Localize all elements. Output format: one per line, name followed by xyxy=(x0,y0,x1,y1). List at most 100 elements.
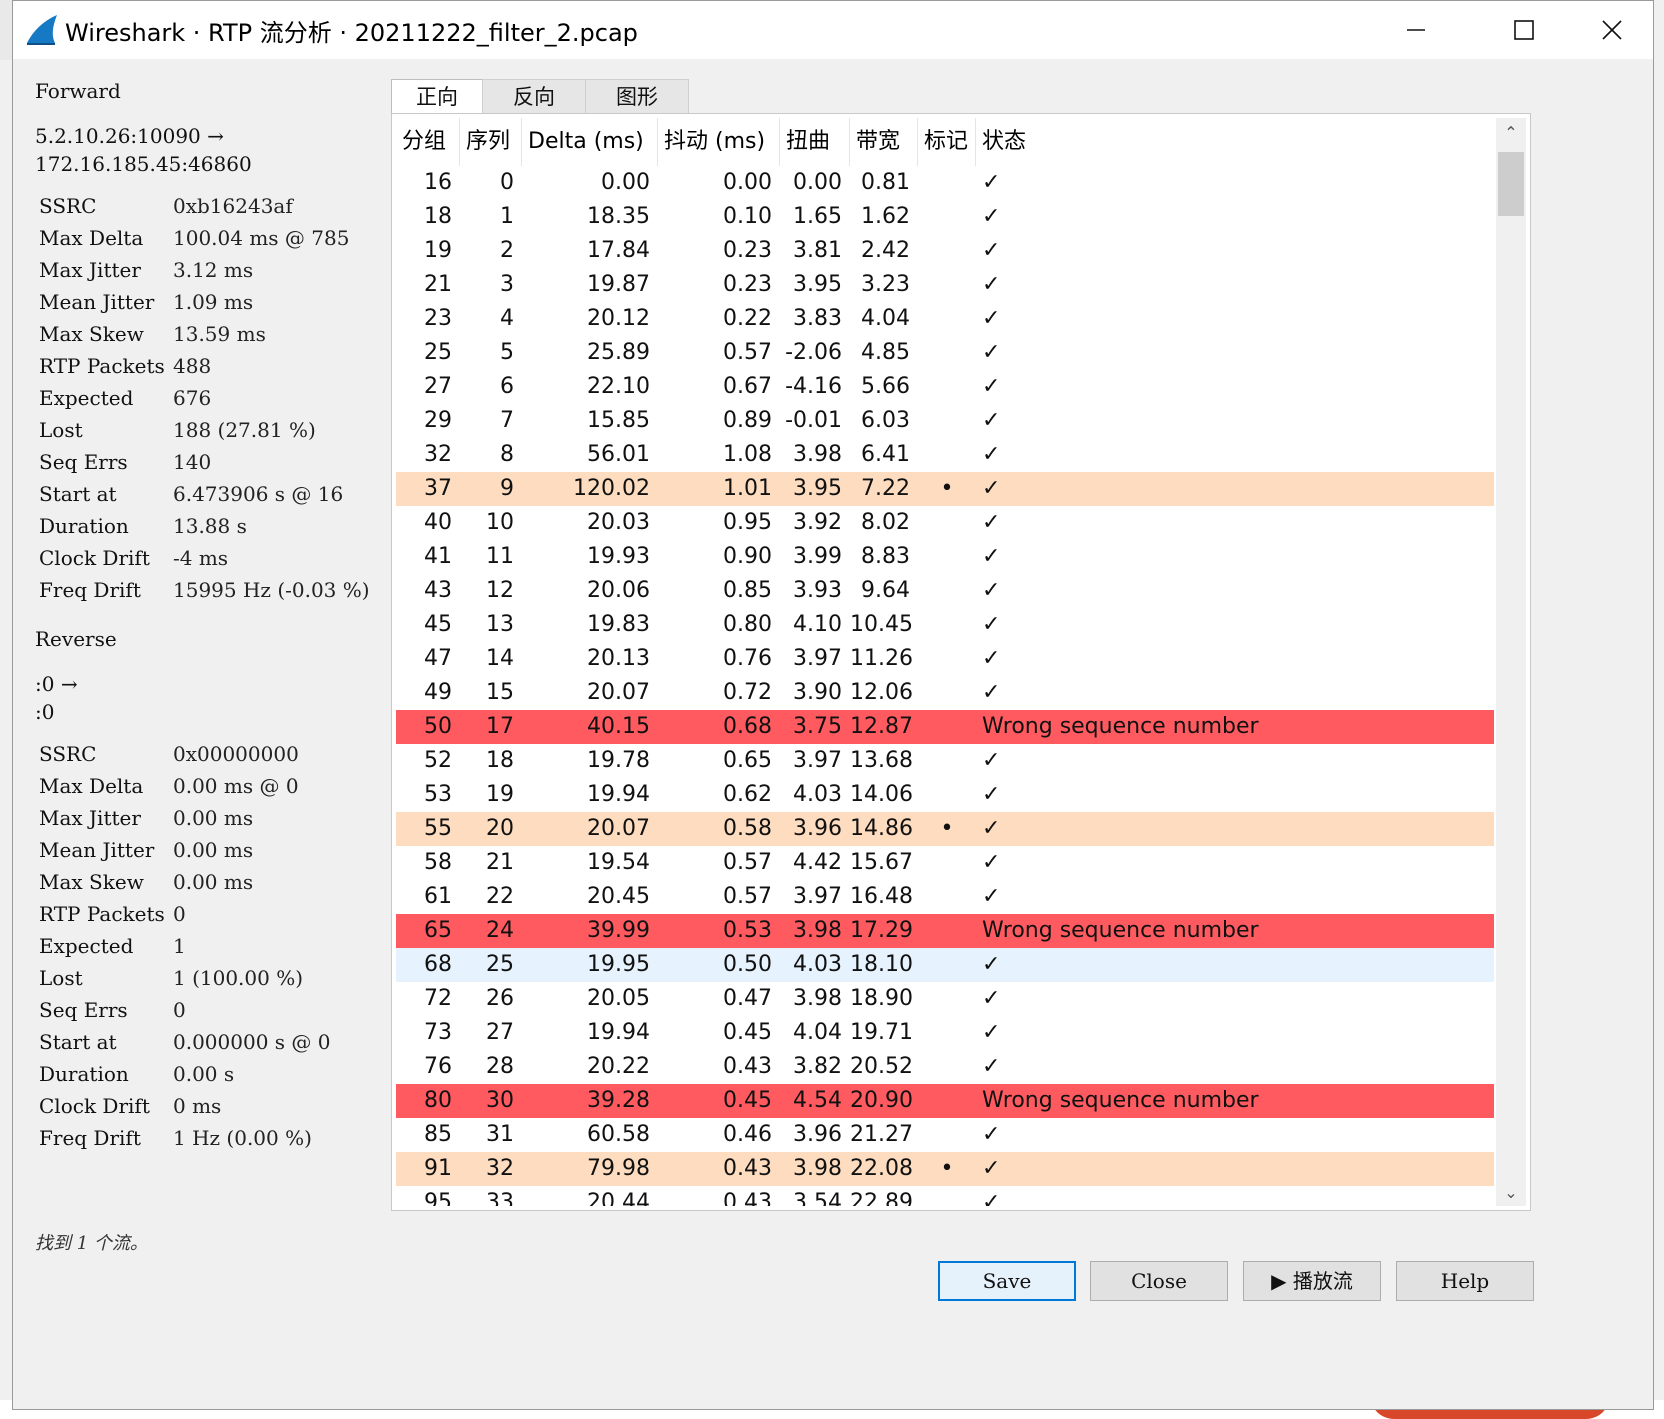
reverse-stat-value: 0.00 ms xyxy=(173,806,254,830)
cell-sequence: 7 xyxy=(500,408,514,433)
cell-packet: 65 xyxy=(424,918,452,943)
table-row[interactable]: 73 27 19.94 0.45 4.04 19.71 ✓ xyxy=(396,1016,1494,1050)
cell-bandwidth: 4.04 xyxy=(861,306,910,331)
cell-delta: 20.07 xyxy=(587,680,650,705)
table-row[interactable]: 43 12 20.06 0.85 3.93 9.64 ✓ xyxy=(396,574,1494,608)
column-header-marker[interactable]: 标记 xyxy=(918,118,976,166)
close-window-button[interactable] xyxy=(1567,1,1657,59)
table-row[interactable]: 50 17 40.15 0.68 3.75 12.87 Wrong sequence num… xyxy=(396,710,1494,744)
cell-marker xyxy=(918,438,976,472)
cell-packet: 27 xyxy=(424,374,452,399)
table-row[interactable]: 19 2 17.84 0.23 3.81 2.42 ✓ xyxy=(396,234,1494,268)
table-scrollbar[interactable]: ⌃ ⌄ xyxy=(1496,118,1526,1206)
forward-stat-value: 140 xyxy=(173,450,212,474)
cell-bandwidth: 8.02 xyxy=(861,510,910,535)
cell-skew: 3.98 xyxy=(793,918,842,943)
table-row[interactable]: 95 33 20.44 0.43 3.54 22.89 ✓ xyxy=(396,1186,1494,1206)
table-row[interactable]: 58 21 19.54 0.57 4.42 15.67 ✓ xyxy=(396,846,1494,880)
column-header-status[interactable]: 状态 xyxy=(976,118,1492,166)
table-row[interactable]: 29 7 15.85 0.89 -0.01 6.03 ✓ xyxy=(396,404,1494,438)
cell-sequence: 0 xyxy=(500,170,514,195)
cell-skew: 3.98 xyxy=(793,442,842,467)
tab-graph[interactable]: 图形 xyxy=(585,79,689,114)
scrollbar-thumb[interactable] xyxy=(1498,152,1524,216)
cell-packet: 25 xyxy=(424,340,452,365)
table-row[interactable]: 45 13 19.83 0.80 4.10 10.45 ✓ xyxy=(396,608,1494,642)
cell-delta: 19.83 xyxy=(587,612,650,637)
cell-bandwidth: 8.83 xyxy=(861,544,910,569)
table-row[interactable]: 91 32 79.98 0.43 3.98 22.08 • ✓ xyxy=(396,1152,1494,1186)
reverse-stat-row: Lost 1 (100.00 %) xyxy=(39,962,395,994)
play-stream-button[interactable]: ▶ 播放流 xyxy=(1243,1261,1381,1301)
scroll-down-icon[interactable]: ⌄ xyxy=(1496,1178,1526,1206)
table-row[interactable]: 21 3 19.87 0.23 3.95 3.23 ✓ xyxy=(396,268,1494,302)
table-row[interactable]: 76 28 20.22 0.43 3.82 20.52 ✓ xyxy=(396,1050,1494,1084)
stream-stats-panel: Forward 5.2.10.26:10090 → 172.16.185.45:… xyxy=(35,76,395,1154)
title-bar[interactable]: Wireshark · RTP 流分析 · 20211222_filter_2.… xyxy=(13,1,1653,59)
reverse-stat-key: Duration xyxy=(39,1062,129,1086)
column-header-delta[interactable]: Delta (ms) xyxy=(522,118,658,166)
table-row[interactable]: 25 5 25.89 0.57 -2.06 4.85 ✓ xyxy=(396,336,1494,370)
reverse-stat-value: 1 xyxy=(173,934,186,958)
close-button[interactable]: Close xyxy=(1090,1261,1228,1301)
table-row[interactable]: 16 0 0.00 0.00 0.00 0.81 ✓ xyxy=(396,166,1494,200)
table-row[interactable]: 72 26 20.05 0.47 3.98 18.90 ✓ xyxy=(396,982,1494,1016)
tab-reverse[interactable]: 反向 xyxy=(482,79,586,114)
table-row[interactable]: 80 30 39.28 0.45 4.54 20.90 Wrong sequence num… xyxy=(396,1084,1494,1118)
cell-status: ✓ xyxy=(982,170,1001,195)
maximize-button[interactable] xyxy=(1479,1,1569,59)
tab-forward[interactable]: 正向 xyxy=(391,79,483,116)
table-row[interactable]: 52 18 19.78 0.65 3.97 13.68 ✓ xyxy=(396,744,1494,778)
table-row[interactable]: 68 25 19.95 0.50 4.03 18.10 ✓ xyxy=(396,948,1494,982)
table-row[interactable]: 23 4 20.12 0.22 3.83 4.04 ✓ xyxy=(396,302,1494,336)
cell-delta: 19.94 xyxy=(587,782,650,807)
cell-status: ✓ xyxy=(982,1054,1001,1079)
table-row[interactable]: 49 15 20.07 0.72 3.90 12.06 ✓ xyxy=(396,676,1494,710)
column-header-jitter[interactable]: 抖动 (ms) xyxy=(658,118,780,166)
cell-delta: 19.78 xyxy=(587,748,650,773)
table-row[interactable]: 85 31 60.58 0.46 3.96 21.27 ✓ xyxy=(396,1118,1494,1152)
table-row[interactable]: 32 8 56.01 1.08 3.98 6.41 ✓ xyxy=(396,438,1494,472)
cell-sequence: 27 xyxy=(486,1020,514,1045)
reverse-address-src: :0 → xyxy=(35,672,78,696)
cell-delta: 17.84 xyxy=(587,238,650,263)
save-button[interactable]: Save xyxy=(938,1261,1076,1301)
column-header-sequence[interactable]: 序列 xyxy=(460,118,522,166)
scroll-up-icon[interactable]: ⌃ xyxy=(1496,118,1526,146)
column-header-packet[interactable]: 分组 xyxy=(396,118,460,166)
table-row[interactable]: 37 9 120.02 1.01 3.95 7.22 • ✓ xyxy=(396,472,1494,506)
forward-stat-key: Start at xyxy=(39,482,117,506)
cell-packet: 19 xyxy=(424,238,452,263)
column-header-skew[interactable]: 扭曲 xyxy=(780,118,850,166)
reverse-address-dst: :0 xyxy=(35,700,55,724)
table-row[interactable]: 18 1 18.35 0.10 1.65 1.62 ✓ xyxy=(396,200,1494,234)
table-row[interactable]: 53 19 19.94 0.62 4.03 14.06 ✓ xyxy=(396,778,1494,812)
table-row[interactable]: 27 6 22.10 0.67 -4.16 5.66 ✓ xyxy=(396,370,1494,404)
cell-jitter: 1.01 xyxy=(723,476,772,501)
minimize-button[interactable] xyxy=(1371,1,1461,59)
cell-status: ✓ xyxy=(982,1020,1001,1045)
cell-bandwidth: 18.10 xyxy=(850,952,913,977)
cell-skew: 3.98 xyxy=(793,986,842,1011)
table-row[interactable]: 61 22 20.45 0.57 3.97 16.48 ✓ xyxy=(396,880,1494,914)
cell-jitter: 0.23 xyxy=(723,272,772,297)
forward-stat-key: Duration xyxy=(39,514,129,538)
cell-delta: 22.10 xyxy=(587,374,650,399)
cell-jitter: 0.10 xyxy=(723,204,772,229)
cell-delta: 20.06 xyxy=(587,578,650,603)
table-row[interactable]: 41 11 19.93 0.90 3.99 8.83 ✓ xyxy=(396,540,1494,574)
table-row[interactable]: 40 10 20.03 0.95 3.92 8.02 ✓ xyxy=(396,506,1494,540)
cell-sequence: 13 xyxy=(486,612,514,637)
cell-bandwidth: 6.41 xyxy=(861,442,910,467)
table-row[interactable]: 65 24 39.99 0.53 3.98 17.29 Wrong sequence num… xyxy=(396,914,1494,948)
table-row[interactable]: 47 14 20.13 0.76 3.97 11.26 ✓ xyxy=(396,642,1494,676)
packet-table[interactable]: 分组 序列 Delta (ms) 抖动 (ms) 扭曲 带宽 标记 状态 16 0… xyxy=(396,118,1494,1206)
reverse-stat-value: 0 xyxy=(173,998,186,1022)
reverse-stat-row: Seq Errs 0 xyxy=(39,994,395,1026)
cell-packet: 91 xyxy=(424,1156,452,1181)
cell-marker xyxy=(918,744,976,778)
column-header-bandwidth[interactable]: 带宽 xyxy=(850,118,918,166)
forward-stat-key: Max Delta xyxy=(39,226,144,250)
table-row[interactable]: 55 20 20.07 0.58 3.96 14.86 • ✓ xyxy=(396,812,1494,846)
help-button[interactable]: Help xyxy=(1396,1261,1534,1301)
